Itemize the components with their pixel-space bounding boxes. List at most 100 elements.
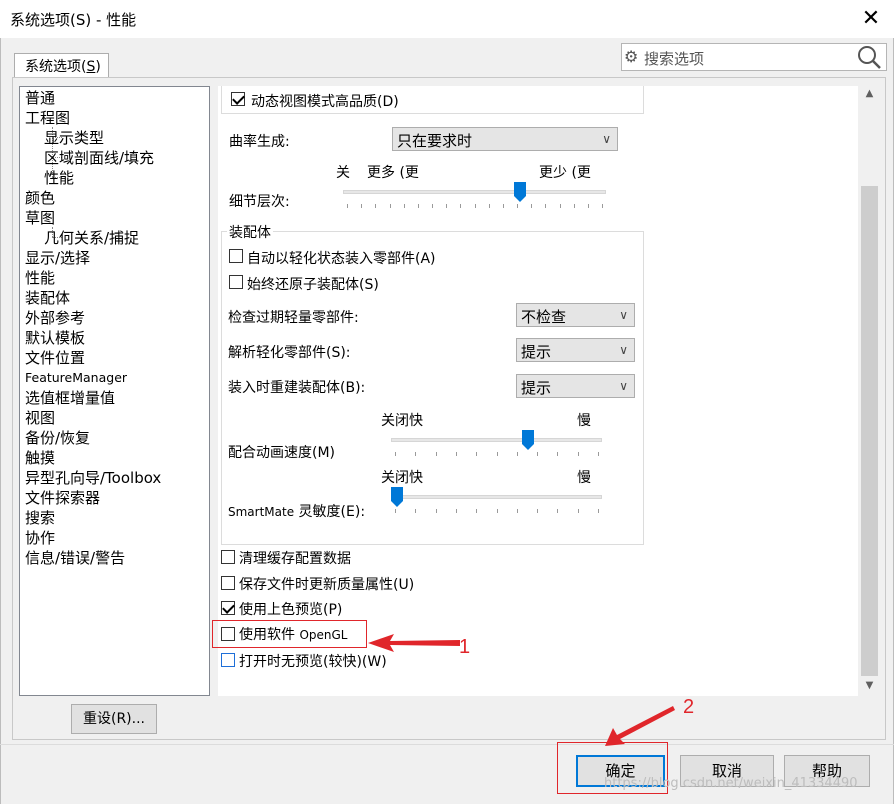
tree-item[interactable]: 默认模板 [25, 328, 85, 348]
scroll-down-icon[interactable]: ▼ [860, 680, 879, 691]
annotation-arrow-2 [605, 706, 675, 746]
slider-tick [598, 452, 599, 456]
slider-track[interactable] [343, 190, 606, 194]
tab-label: 系统选项 [25, 59, 81, 75]
slider-tick [537, 452, 538, 456]
mate-speed-right-label: 慢 [577, 413, 591, 429]
slider-thumb[interactable] [391, 487, 403, 507]
scroll-up-icon[interactable]: ▲ [860, 88, 879, 99]
chevron-down-icon: ∨ [619, 308, 628, 322]
chevron-down-icon: ∨ [619, 343, 628, 357]
slider-tick [395, 509, 396, 513]
shaded-preview-label: 使用上色预览(P) [239, 602, 343, 618]
slider-tick [588, 204, 589, 208]
search-icon[interactable] [856, 44, 882, 70]
annotation-marker-2: 2 [683, 696, 695, 718]
curvature-select[interactable]: 只在要求时 ∨ [392, 127, 618, 151]
check-outdated-label: 检查过期轻量零部件: [228, 310, 359, 326]
assembly-group-title: 装配体 [227, 222, 273, 242]
tree-item[interactable]: 备份/恢复 [25, 428, 90, 448]
slider-track[interactable] [391, 438, 602, 442]
tree-item[interactable]: 工程图 [25, 108, 70, 128]
tree-item[interactable]: FeatureManager [25, 368, 127, 388]
shaded-preview-checkbox[interactable] [221, 601, 235, 615]
tree-item[interactable]: 区域剖面线/填充 [44, 148, 154, 168]
gear-icon[interactable]: ⚙ [624, 47, 638, 66]
slider-tick [489, 204, 490, 208]
watermark: https://blog.csdn.net/weixin_41334490 [604, 776, 858, 791]
tree-item[interactable]: 外部参考 [25, 308, 85, 328]
slider-tick [497, 452, 498, 456]
no-preview-checkbox[interactable] [221, 653, 235, 667]
tree-item[interactable]: 搜索 [25, 508, 55, 528]
tree-item[interactable]: 性能 [25, 268, 55, 288]
slider-tick [415, 452, 416, 456]
tree-item[interactable]: 选值框增量值 [25, 388, 115, 408]
scrollbar-thumb[interactable] [861, 186, 878, 676]
smartmate-label-cn: 灵敏度(E): [298, 504, 366, 520]
always-resolve-checkbox[interactable] [229, 275, 243, 289]
tree-item[interactable]: 装配体 [25, 288, 70, 308]
slider-tick [560, 204, 561, 208]
slider-tick [517, 509, 518, 513]
slider-tick [574, 204, 575, 208]
resolve-lightweight-value: 提示 [521, 343, 552, 361]
check-outdated-select[interactable]: 不检查 ∨ [516, 303, 635, 327]
slider-thumb[interactable] [522, 430, 534, 450]
dynamic-view-hq-checkbox[interactable] [231, 92, 245, 106]
annotation-box-1 [212, 620, 367, 648]
slider-tick [390, 204, 391, 208]
slider-tick [476, 509, 477, 513]
tree-item[interactable]: 显示类型 [44, 128, 104, 148]
update-mass-props-checkbox[interactable] [221, 576, 235, 590]
slider-tick [418, 204, 419, 208]
tree-item[interactable]: 文件探索器 [25, 488, 100, 508]
rebuild-on-load-value: 提示 [521, 379, 552, 397]
rebuild-on-load-select[interactable]: 提示 ∨ [516, 374, 635, 398]
tab-system-options[interactable]: 系统选项(S) [14, 53, 109, 78]
close-icon[interactable]: ✕ [848, 0, 894, 38]
divider [0, 744, 894, 745]
slider-tick [456, 452, 457, 456]
detail-level-slider[interactable] [343, 182, 606, 216]
mate-speed-slider[interactable] [391, 430, 602, 464]
curvature-label: 曲率生成: [229, 134, 290, 150]
slider-tick [476, 452, 477, 456]
tree-item[interactable]: 异型孔向导/Toolbox [25, 468, 161, 488]
resolve-lightweight-select[interactable]: 提示 ∨ [516, 338, 635, 362]
slider-tick [557, 509, 558, 513]
mate-speed-left-label: 关闭快 [381, 413, 423, 429]
reset-button[interactable]: 重设(R)... [71, 704, 157, 734]
tree-item[interactable]: 触摸 [25, 448, 55, 468]
tab-mnemonic: S [86, 59, 96, 75]
curvature-value: 只在要求时 [397, 132, 473, 150]
tree-item[interactable]: 颜色 [25, 188, 55, 208]
smartmate-label: SmartMate 灵敏度(E): [228, 501, 365, 521]
purge-cache-checkbox[interactable] [221, 550, 235, 564]
search-input[interactable]: ⚙ 搜索选项 [621, 43, 887, 71]
search-placeholder: 搜索选项 [644, 50, 705, 68]
tree-item[interactable]: 信息/错误/警告 [25, 548, 125, 568]
tree-item[interactable]: 视图 [25, 408, 55, 428]
tree-item[interactable]: 文件位置 [25, 348, 85, 368]
slider-tick [602, 204, 603, 208]
tree-item[interactable]: 草图 [25, 208, 55, 228]
chevron-down-icon: ∨ [602, 132, 611, 146]
tree-item[interactable]: 协作 [25, 528, 55, 548]
slider-thumb[interactable] [514, 182, 526, 202]
tree-item[interactable]: 几何关系/捕捉 [44, 228, 139, 248]
slider-tick [395, 452, 396, 456]
options-tree[interactable]: 普通 工程图 显示类型 区域剖面线/填充 性能 颜色 草图 几何关系/捕捉 显示/选择 性能 装配体… [19, 86, 210, 696]
slider-track[interactable] [391, 495, 602, 499]
smartmate-left-label: 关闭快 [381, 470, 423, 486]
tree-item[interactable]: 显示/选择 [25, 248, 90, 268]
tree-item[interactable]: 性能 [44, 168, 74, 188]
slider-tick [598, 509, 599, 513]
slider-tick [375, 204, 376, 208]
detail-level-mid-label: 更多 (更 [367, 165, 419, 181]
auto-lightweight-checkbox[interactable] [229, 249, 243, 263]
smartmate-slider[interactable] [391, 487, 602, 521]
slider-tick [578, 509, 579, 513]
tree-item[interactable]: 普通 [25, 88, 55, 108]
slider-tick [436, 452, 437, 456]
